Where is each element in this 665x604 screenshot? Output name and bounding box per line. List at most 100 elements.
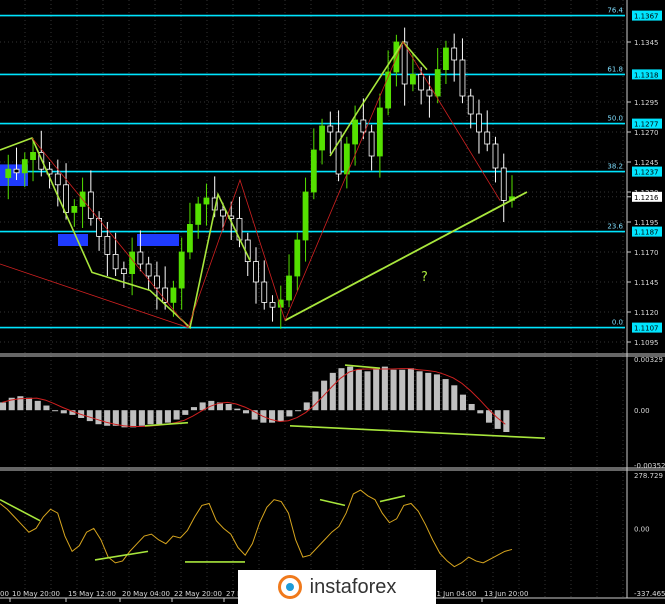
time-tick-label: 13 Jun 20:00 [484,590,528,598]
macd-bar [43,405,50,411]
macd-bar [338,368,345,411]
macd-bar [459,394,467,411]
fib-level-label: 76.4 [607,7,623,15]
macd-bar [234,408,241,411]
price-tick-label: 1.1345 [634,39,659,47]
candle-body [54,173,61,186]
fib-price-label: 1.1318 [634,71,659,79]
candle-body [376,107,383,157]
macd-bar [329,372,336,411]
macd-bar [468,403,475,411]
price-tick-label: 1.1120 [634,309,659,317]
candle-body [319,125,325,151]
macd-bar [138,410,145,426]
macd-bar [381,366,388,411]
macd-bar [130,410,137,428]
time-tick-label: 22 May 20:00 [174,590,222,598]
price-tick-label: 1.1295 [634,99,659,107]
cci-tick-label: 278.729 [634,472,663,480]
fib-price-label: 1.1367 [634,13,659,21]
candle-body [178,251,185,289]
price-tick-label: 1.1270 [634,129,659,137]
candle-body [253,261,259,283]
candle-body [426,89,433,97]
candle-body [137,251,144,265]
fib-price-label: 1.1187 [634,229,659,237]
macd-bar [95,410,102,425]
chart-canvas: 76.4 1.1367 61.8 1.1318 50.0 1.1277 38.2 1.1237… [0,0,665,604]
candle-body [261,281,268,303]
macd-bar [364,371,371,411]
candle-body [286,275,292,301]
candle-body [195,203,202,225]
candle-body [129,251,136,275]
annotation-question-mark: ? [421,270,428,285]
candle-body [352,119,358,145]
macd-bar [399,369,406,411]
macd-tick-label: 0.00 [634,407,650,415]
macd-bar [182,410,189,415]
macd-bar [173,410,180,420]
macd-bar [156,410,163,425]
macd-tick-label: -0.00352 [634,462,665,470]
candle-body [484,131,491,145]
macd-bar [52,410,59,412]
price-tick-label: 1.1095 [634,339,659,347]
candle-body [434,69,441,97]
price-tick-label: 1.1145 [634,279,659,287]
macd-bar [303,402,310,411]
macd-bar [0,402,7,411]
candle-body [476,113,482,133]
macd-bar [190,407,197,411]
candle-body [21,159,28,174]
candle-body [269,301,276,308]
cci-tick-label: 0.00 [634,525,650,533]
candle-body [310,149,317,193]
macd-bar [416,371,423,411]
candle-body [170,287,177,303]
candle-body [87,191,94,219]
instaforex-logo-icon [277,575,302,599]
candle-body [13,168,20,174]
candle-body [112,253,119,270]
fib-level-label: 23.6 [607,223,623,231]
highlight-box [58,234,88,246]
logo-text: instaforex [309,575,397,598]
fib-level-label: 61.8 [607,65,623,73]
macd-bar [295,410,302,412]
candle-body [327,125,334,133]
macd-bar [60,410,67,414]
macd-bar [451,385,458,411]
macd-bar [433,374,440,411]
candle-body [203,197,210,205]
macd-bar [26,397,33,411]
candle-body [63,184,69,213]
highlight-box [137,234,179,246]
fib-price-label: 1.1277 [634,121,659,129]
macd-bar [121,410,128,428]
time-tick-label: 10 May 20:00 [12,590,60,598]
price-tick-label: 1.1170 [634,249,659,257]
macd-tick-label: 0.00329 [634,356,663,364]
time-tick-label: 00 [0,590,9,598]
macd-bar [225,403,232,411]
macd-bar [477,410,484,414]
candle-body [451,47,458,61]
candle-body [5,168,12,178]
candle-body [120,268,127,274]
candle-body [30,151,36,160]
macd-bar [425,372,432,411]
macd-bar [147,410,154,425]
price-tick-label: 1.1245 [634,159,659,167]
macd-bar [164,410,171,423]
macd-bar [286,410,293,417]
macd-bar [242,410,250,414]
candle-body [104,235,111,255]
macd-bar [86,410,93,422]
candle-body [500,167,507,201]
time-tick-label: 20 May 04:00 [122,590,170,598]
macd-bar [503,410,510,433]
candle-body [294,239,301,277]
macd-bar [373,368,380,411]
macd-bar [390,369,397,411]
